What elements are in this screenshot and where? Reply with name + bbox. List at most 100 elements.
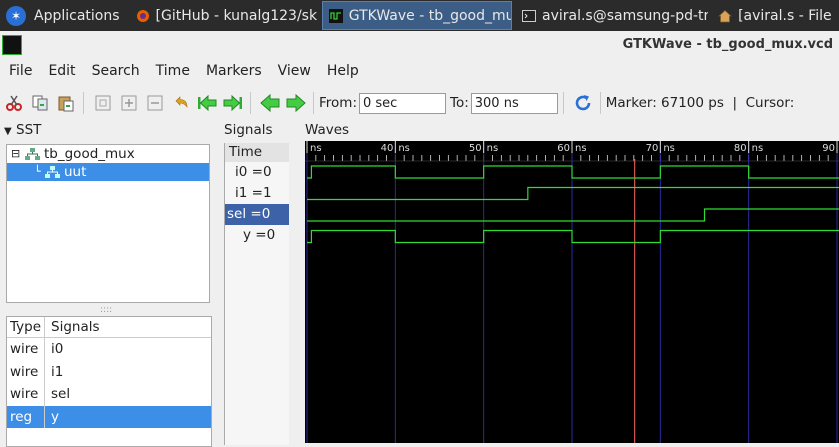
table-row[interactable]: wire i1 [7, 360, 211, 383]
signals-title: Signals [224, 122, 273, 138]
signal-type: wire [7, 338, 45, 361]
waveform-canvas[interactable]: 30ns40ns50ns60ns70ns80ns90 [305, 141, 839, 443]
taskbar-task-file-manager[interactable]: [aviral.s - File [712, 2, 839, 29]
signal-row-sel[interactable]: sel =0 [225, 204, 289, 225]
menu-view[interactable]: View [270, 63, 319, 79]
tick-label: 50 [469, 143, 482, 154]
zoom-fit-button[interactable] [93, 93, 113, 113]
cut-button[interactable] [4, 93, 24, 113]
zoom-to-end-button[interactable] [223, 93, 243, 113]
module-hierarchy-icon [25, 148, 40, 160]
toolbar-separator [250, 92, 251, 114]
waveform-svg: 30ns40ns50ns60ns70ns80ns90 [305, 141, 839, 443]
signal-value-label: sel =0 [227, 206, 271, 222]
pane-divider[interactable] [291, 120, 303, 445]
taskbar-task-github[interactable]: [GitHub - kunalg123/sk... [130, 2, 318, 29]
zoom-in-icon [121, 95, 137, 111]
sst-header[interactable]: ▼ SST [4, 122, 41, 138]
reload-button[interactable] [573, 93, 593, 113]
menu-markers[interactable]: Markers [198, 63, 270, 79]
signal-row-i1[interactable]: i1 =1 [225, 183, 289, 204]
table-row[interactable]: wire sel [7, 383, 211, 406]
zoom-fit-icon [95, 95, 111, 111]
copy-button[interactable] [30, 93, 50, 113]
tree-item-tb-good-mux[interactable]: ⊟ tb_good_mux [7, 145, 209, 163]
menu-edit[interactable]: Edit [40, 63, 83, 79]
xfce-mouse-icon: ✶ [6, 5, 26, 26]
tick-label: 40 [381, 143, 394, 154]
waves-title: Waves [305, 122, 350, 138]
paste-button[interactable] [56, 93, 76, 113]
find-previous-edge-button[interactable] [260, 93, 280, 113]
sst-signal-table: Type Signals wire i0 wire i1 wire sel re… [6, 316, 212, 447]
tree-item-uut[interactable]: └ uut [7, 163, 209, 181]
undo-zoom-button[interactable] [171, 93, 191, 113]
tick-unit-label: ns [752, 143, 764, 154]
sst-tree-view: ⊟ tb_good_mux └ uut [6, 144, 210, 303]
zoom-in-button[interactable] [119, 93, 139, 113]
signal-value-label: i0 =0 [235, 164, 272, 180]
toolbar-separator [313, 92, 314, 114]
table-row[interactable]: reg y [7, 405, 211, 428]
copy-icon [32, 95, 48, 111]
tick-label: 60 [557, 143, 570, 154]
gtkwave-icon [328, 8, 343, 23]
taskbar-task-label: aviral.s@samsung-pd-tr... [542, 7, 709, 24]
column-header-signals[interactable]: Signals [45, 317, 100, 337]
taskbar-task-terminal[interactable]: aviral.s@samsung-pd-tr... [516, 2, 708, 29]
signals-list: Time i0 =0 i1 =1 sel =0 y =0 [224, 143, 289, 445]
arrow-right-icon [286, 94, 306, 112]
signal-name: y [51, 408, 59, 425]
taskbar-task-label: [GitHub - kunalg123/sk... [155, 7, 318, 24]
collapse-triangle-icon: ▼ [4, 126, 12, 137]
to-label: To: [450, 95, 469, 111]
menu-file[interactable]: File [0, 63, 40, 79]
sst-title: SST [16, 122, 42, 138]
zoom-out-button[interactable] [145, 93, 165, 113]
module-hierarchy-icon [45, 166, 60, 178]
menu-bar: File Edit Search Time Markers View Help [0, 59, 839, 83]
menu-time[interactable]: Time [148, 63, 198, 79]
trace-y [307, 229, 839, 244]
tick-unit-label: ns [398, 143, 410, 154]
table-row[interactable]: wire i0 [7, 338, 211, 361]
applications-menu-button[interactable]: ✶ Applications [0, 0, 126, 31]
window-titlebar[interactable]: GTKWave - tb_good_mux.vcd [0, 31, 839, 59]
taskbar-task-label: [aviral.s - File [738, 7, 832, 24]
window-title: GTKWave - tb_good_mux.vcd [622, 37, 833, 52]
zoom-to-start-button[interactable] [197, 93, 217, 113]
to-time-input[interactable]: 300 ns [470, 92, 558, 114]
signal-row-y[interactable]: y =0 [225, 225, 289, 246]
find-next-edge-button[interactable] [286, 93, 306, 113]
signal-value-label: y =0 [243, 227, 276, 243]
pane-divider[interactable] [216, 120, 220, 445]
gtkwave-app-icon [2, 35, 22, 55]
signal-value-label: i1 =1 [235, 185, 272, 201]
menu-search[interactable]: Search [84, 63, 148, 79]
taskbar-task-gtkwave[interactable]: GTKWave - tb_good_mu... [321, 1, 512, 30]
applications-label: Applications [34, 7, 120, 24]
signal-name: i0 [51, 341, 64, 357]
tree-connector-icon: └ [34, 165, 41, 178]
signal-type: wire [7, 360, 45, 383]
signal-type: wire [7, 383, 45, 406]
from-time-input[interactable]: 0 sec [359, 92, 446, 114]
taskbar-task-label: GTKWave - tb_good_mu... [348, 7, 512, 24]
home-folder-icon [718, 9, 733, 22]
signal-table-header: Type Signals [7, 317, 211, 338]
skip-to-start-icon [198, 94, 217, 112]
tick-unit-label: ns [310, 143, 322, 154]
toolbar-separator [83, 92, 84, 114]
column-header-type[interactable]: Type [7, 317, 45, 337]
menu-help[interactable]: Help [319, 63, 367, 79]
pane-resize-grip[interactable]: :::: [100, 305, 112, 315]
zoom-out-icon [147, 95, 163, 111]
refresh-icon [575, 95, 591, 111]
scissors-icon [6, 95, 22, 111]
signal-row-i0[interactable]: i0 =0 [225, 162, 289, 183]
toolbar-separator [599, 92, 601, 114]
marker-cursor-readout: Marker: 67100 ps | Cursor: [605, 95, 795, 111]
signal-name: i1 [51, 363, 64, 380]
tick-label: 80 [734, 143, 747, 154]
tree-item-label: uut [64, 164, 87, 180]
